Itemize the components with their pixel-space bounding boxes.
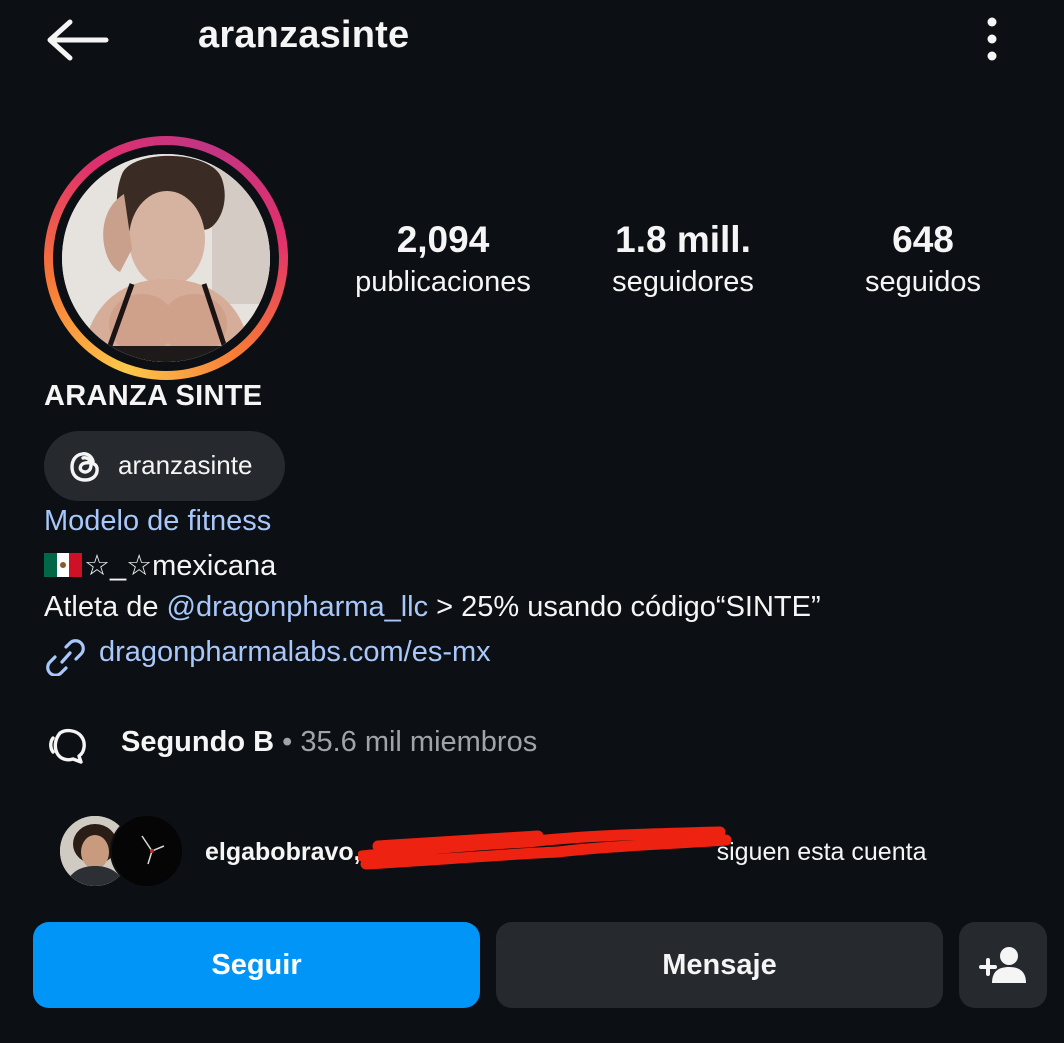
following-label: seguidos [864, 266, 982, 298]
more-options-button[interactable] [978, 16, 1006, 62]
threads-handle: aranzasinte [118, 450, 253, 480]
followers-count: 1.8 mill. [615, 219, 751, 260]
bio-line-1: ☆_☆mexicana [44, 548, 276, 583]
mexico-flag-icon [44, 553, 82, 577]
channel-members: • 35.6 mil miembros [274, 726, 538, 758]
followers-label: seguidores [612, 266, 754, 298]
profile-avatar[interactable] [44, 136, 288, 380]
stat-following[interactable]: 648 seguidos [813, 218, 1033, 302]
page-title: aranzasinte [198, 14, 410, 56]
broadcast-channel-link[interactable]: Segundo B • 35.6 mil miembros [121, 726, 537, 759]
bio-line-2: Atleta de @dragonpharma_llc > 25% usando… [44, 591, 821, 624]
profile-category[interactable]: Modelo de fitness [44, 505, 271, 538]
suggested-accounts-button[interactable] [959, 922, 1047, 1008]
threads-badge-button[interactable]: aranzasinte [44, 431, 285, 501]
more-vertical-icon [987, 17, 997, 61]
threads-icon [70, 452, 99, 482]
profile-full-name: ARANZA SINTE [44, 380, 263, 412]
back-button[interactable] [44, 18, 110, 62]
followed-by-rest: siguen esta cuenta [716, 838, 927, 866]
arrow-left-icon [47, 19, 109, 61]
bio-line-2-suffix: > 25% usando código“SINTE” [428, 591, 821, 623]
external-link-text[interactable]: dragonpharmalabs.com/es-mx [99, 636, 491, 669]
stat-followers[interactable]: 1.8 mill. seguidores [573, 218, 793, 302]
bio-line-2-prefix: Atleta de [44, 591, 167, 623]
message-button[interactable]: Mensaje [496, 922, 943, 1008]
link-icon [46, 639, 85, 676]
posts-label: publicaciones [355, 266, 531, 298]
channel-name: Segundo B [121, 726, 275, 758]
following-count: 648 [892, 219, 954, 260]
follower-avatar-2[interactable] [110, 814, 184, 888]
add-person-icon [979, 947, 1026, 983]
redaction-scribble [358, 826, 732, 870]
stat-posts[interactable]: 2,094 publicaciones [333, 218, 553, 302]
bio-mention-link[interactable]: @dragonpharma_llc [167, 591, 429, 623]
posts-count: 2,094 [396, 219, 490, 260]
broadcast-channel-icon [49, 728, 86, 764]
follow-button[interactable]: Seguir [33, 922, 480, 1008]
avatar-photo [62, 154, 270, 362]
bio-line-1-text: ☆_☆mexicana [84, 550, 277, 582]
followed-by-first: elgabobravo, [205, 838, 361, 866]
